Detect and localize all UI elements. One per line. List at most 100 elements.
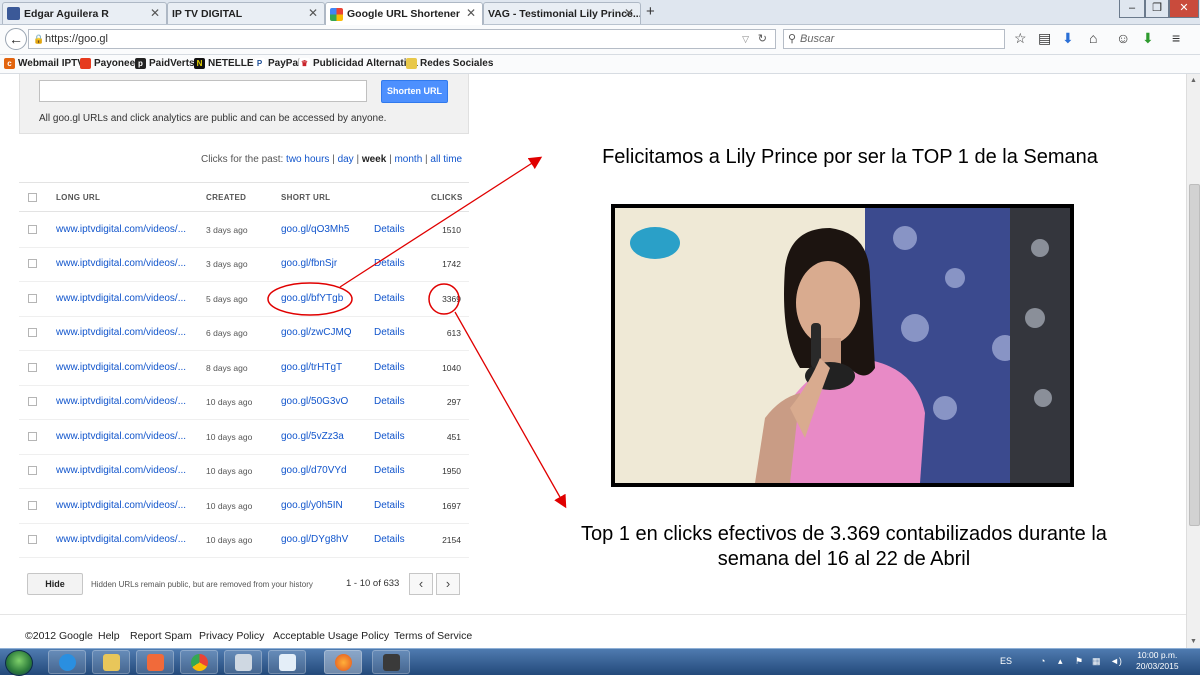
long-url-input[interactable] — [39, 80, 367, 102]
taskbar-app[interactable] — [372, 650, 410, 674]
start-button[interactable] — [5, 650, 33, 676]
details-link[interactable]: Details — [374, 465, 405, 476]
filter-two-hours[interactable]: two hours — [286, 154, 329, 165]
minimize-button[interactable]: ‒ — [1119, 0, 1145, 18]
details-link[interactable]: Details — [374, 258, 405, 269]
bookmark-publicidad-alternativa[interactable]: ♛ Publicidad Alternativa — [299, 58, 418, 69]
filter-month[interactable]: month — [394, 154, 422, 165]
close-icon[interactable]: ✕ — [150, 6, 160, 20]
short-url-link[interactable]: goo.gl/50G3vO — [281, 396, 348, 407]
row-checkbox[interactable] — [28, 225, 37, 234]
bookmark-neteller[interactable]: N NETELLER — [194, 58, 261, 69]
bookmark-redes-sociales[interactable]: Redes Sociales — [406, 58, 493, 69]
row-checkbox[interactable] — [28, 294, 37, 303]
short-url-link[interactable]: goo.gl/DYg8hV — [281, 534, 348, 545]
notification-icon[interactable]: ▴ — [1058, 656, 1063, 667]
details-link[interactable]: Details — [374, 396, 405, 407]
filter-week[interactable]: week — [362, 154, 386, 165]
hide-button[interactable]: Hide — [27, 573, 83, 595]
bookmark-paidverts[interactable]: p PaidVerts — [135, 58, 195, 69]
long-url-link[interactable]: www.iptvdigital.com/videos/... — [56, 224, 186, 235]
close-icon[interactable]: ✕ — [308, 6, 318, 20]
volume-icon[interactable]: ◄) — [1110, 656, 1122, 666]
shorten-url-button[interactable]: Shorten URL — [381, 80, 448, 103]
download-icon[interactable]: ⬇ — [1062, 30, 1074, 47]
filter-all-time[interactable]: all time — [430, 154, 462, 165]
scrollbar-thumb[interactable] — [1189, 184, 1200, 526]
maximize-button[interactable]: ❐ — [1145, 0, 1169, 18]
taskbar-snipping-tool[interactable] — [268, 650, 306, 674]
long-url-link[interactable]: www.iptvdigital.com/videos/... — [56, 293, 186, 304]
long-url-link[interactable]: www.iptvdigital.com/videos/... — [56, 396, 186, 407]
footer-report-spam-link[interactable]: Report Spam — [130, 630, 192, 642]
short-url-link[interactable]: goo.gl/fbnSjr — [281, 258, 337, 269]
long-url-link[interactable]: www.iptvdigital.com/videos/... — [56, 500, 186, 511]
reading-list-icon[interactable]: ▤ — [1038, 30, 1051, 47]
long-url-link[interactable]: www.iptvdigital.com/videos/... — [56, 327, 186, 338]
dropdown-icon[interactable]: ▽ — [742, 30, 749, 48]
short-url-link[interactable]: goo.gl/y0h5IN — [281, 500, 343, 511]
row-checkbox[interactable] — [28, 328, 37, 337]
bookmark-star-icon[interactable]: ☆ — [1014, 30, 1027, 47]
taskbar-explorer[interactable] — [92, 650, 130, 674]
chat-icon[interactable]: ☺ — [1116, 30, 1130, 46]
system-clock[interactable]: 10:00 p.m. 20/03/2015 — [1136, 650, 1179, 672]
close-icon[interactable]: ✕ — [624, 6, 634, 20]
details-link[interactable]: Details — [374, 224, 405, 235]
taskbar-calculator[interactable] — [224, 650, 262, 674]
details-link[interactable]: Details — [374, 362, 405, 373]
short-url-link[interactable]: goo.gl/qO3Mh5 — [281, 224, 349, 235]
row-checkbox[interactable] — [28, 535, 37, 544]
select-all-checkbox[interactable] — [28, 193, 37, 202]
scroll-up-icon[interactable]: ▲ — [1190, 77, 1197, 84]
tab-iptv[interactable]: IP TV DIGITAL ✕ — [167, 2, 325, 24]
tab-google-url-shortener[interactable]: Google URL Shortener ✕ — [325, 2, 483, 25]
home-icon[interactable]: ⌂ — [1089, 30, 1097, 46]
taskbar-firefox[interactable] — [324, 650, 362, 674]
short-url-link[interactable]: goo.gl/d70VYd — [281, 465, 347, 476]
vertical-scrollbar[interactable]: ▲ ▼ — [1186, 74, 1200, 648]
short-url-link[interactable]: goo.gl/trHTgT — [281, 362, 342, 373]
details-link[interactable]: Details — [374, 431, 405, 442]
footer-acceptable-usage-link[interactable]: Acceptable Usage Policy — [273, 630, 389, 642]
long-url-link[interactable]: www.iptvdigital.com/videos/... — [56, 362, 186, 373]
new-tab-button[interactable]: + — [646, 3, 655, 20]
footer-help-link[interactable]: Help — [98, 630, 120, 642]
short-url-link[interactable]: goo.gl/5vZz3a — [281, 431, 344, 442]
row-checkbox[interactable] — [28, 259, 37, 268]
menu-icon[interactable]: ≡ — [1172, 30, 1180, 46]
network-icon[interactable]: ▦ — [1092, 656, 1101, 667]
long-url-link[interactable]: www.iptvdigital.com/videos/... — [56, 258, 186, 269]
back-button[interactable]: ← — [5, 28, 27, 50]
details-link[interactable]: Details — [374, 327, 405, 338]
long-url-link[interactable]: www.iptvdigital.com/videos/... — [56, 431, 186, 442]
tab-facebook[interactable]: Edgar Aguilera R ✕ — [2, 2, 167, 24]
taskbar-media-player[interactable] — [136, 650, 174, 674]
scroll-down-icon[interactable]: ▼ — [1190, 638, 1197, 645]
bookmark-paypal[interactable]: P PayPal — [254, 58, 301, 69]
language-indicator[interactable]: ES — [1000, 656, 1012, 666]
details-link[interactable]: Details — [374, 534, 405, 545]
taskbar-internet-explorer[interactable] — [48, 650, 86, 674]
row-checkbox[interactable] — [28, 397, 37, 406]
details-link[interactable]: Details — [374, 500, 405, 511]
address-bar[interactable]: 🔒 https://goo.gl ▽ ↻ — [28, 29, 776, 49]
short-url-link[interactable]: goo.gl/bfYTgb — [281, 293, 343, 304]
details-link[interactable]: Details — [374, 293, 405, 304]
green-download-icon[interactable]: ⬇ — [1142, 30, 1154, 47]
flag-icon[interactable]: ⚑ — [1075, 656, 1083, 667]
footer-privacy-policy-link[interactable]: Privacy Policy — [199, 630, 264, 642]
reload-icon[interactable]: ↻ — [758, 30, 767, 48]
short-url-link[interactable]: goo.gl/zwCJMQ — [281, 327, 352, 338]
long-url-link[interactable]: www.iptvdigital.com/videos/... — [56, 534, 186, 545]
close-icon[interactable]: ✕ — [466, 6, 476, 20]
row-checkbox[interactable] — [28, 432, 37, 441]
tab-vag-testimonial[interactable]: VAG - Testimonial Lily Prince... ✕ — [483, 2, 641, 24]
taskbar-chrome[interactable] — [180, 650, 218, 674]
row-checkbox[interactable] — [28, 466, 37, 475]
close-window-button[interactable]: ✕ — [1169, 0, 1199, 18]
chat-tray-icon[interactable]: ◔ — [1040, 656, 1045, 666]
row-checkbox[interactable] — [28, 363, 37, 372]
filter-day[interactable]: day — [338, 154, 354, 165]
bookmark-payoneer[interactable]: Payoneer — [80, 58, 139, 69]
